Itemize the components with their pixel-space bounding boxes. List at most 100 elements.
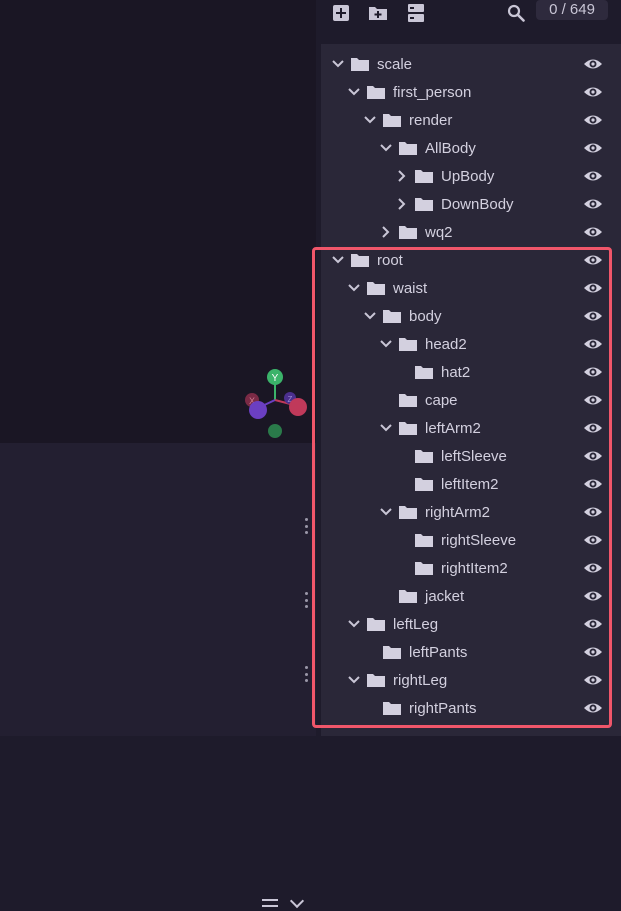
tree-row[interactable]: rightSleeve [321,526,621,554]
chevron-down-icon[interactable] [331,57,345,71]
visibility-eye-icon[interactable] [583,421,603,435]
folder-icon [383,645,401,659]
folder-icon [367,281,385,295]
collapse-all-button[interactable] [405,2,427,24]
tree-row[interactable]: AllBody [321,134,621,162]
visibility-eye-icon[interactable] [583,393,603,407]
folder-icon [399,141,417,155]
folder-icon [367,673,385,687]
visibility-eye-icon[interactable] [583,57,603,71]
tree-row-label: rightPants [409,699,477,717]
chevron-down-icon[interactable] [347,85,361,99]
tree-row-label: cape [425,391,458,409]
visibility-eye-icon[interactable] [583,701,603,715]
folder-icon [399,589,417,603]
visibility-eye-icon[interactable] [583,617,603,631]
chevron-down-icon[interactable] [379,141,393,155]
folder-icon [415,365,433,379]
tree-row[interactable]: root [321,246,621,274]
panel-handle[interactable] [262,893,312,911]
tree-row[interactable]: leftItem2 [321,470,621,498]
visibility-eye-icon[interactable] [583,449,603,463]
tree-row-label: rightItem2 [441,559,508,577]
visibility-eye-icon[interactable] [583,309,603,323]
visibility-eye-icon[interactable] [583,645,603,659]
chevron-right-icon[interactable] [379,225,393,239]
visibility-eye-icon[interactable] [583,281,603,295]
visibility-eye-icon[interactable] [583,505,603,519]
chevron-right-icon[interactable] [395,169,409,183]
tree-row[interactable]: leftPants [321,638,621,666]
tree-row[interactable]: jacket [321,582,621,610]
resize-grip[interactable] [303,518,309,534]
menu-icon[interactable] [262,899,278,907]
folder-icon [399,337,417,351]
visibility-eye-icon[interactable] [583,85,603,99]
visibility-eye-icon[interactable] [583,141,603,155]
tree-row[interactable]: first_person [321,78,621,106]
tree-row[interactable]: UpBody [321,162,621,190]
tree-row[interactable]: leftSleeve [321,442,621,470]
tree-row[interactable]: DownBody [321,190,621,218]
tree-row[interactable]: body [321,302,621,330]
tree-row[interactable]: rightLeg [321,666,621,694]
tree-row-label: render [409,111,453,129]
resize-grip[interactable] [303,666,309,682]
chevron-down-icon[interactable] [347,673,361,687]
viewport[interactable]: Y X Z [0,0,316,443]
resize-grip[interactable] [303,592,309,608]
visibility-eye-icon[interactable] [583,533,603,547]
tree-row[interactable]: wq2 [321,218,621,246]
tree-row[interactable]: scale [321,50,621,78]
tree-row[interactable]: rightPants [321,694,621,722]
folder-icon [415,477,433,491]
tree-row[interactable]: rightItem2 [321,554,621,582]
visibility-eye-icon[interactable] [583,169,603,183]
tree-row[interactable]: cape [321,386,621,414]
visibility-eye-icon[interactable] [583,197,603,211]
selection-counter: 0 / 649 [536,0,608,20]
chevron-down-icon[interactable] [331,253,345,267]
add-cube-button[interactable] [330,2,352,24]
folder-icon [399,393,417,407]
visibility-eye-icon[interactable] [583,337,603,351]
visibility-eye-icon[interactable] [583,365,603,379]
tree-row[interactable]: leftArm2 [321,414,621,442]
chevron-down-icon[interactable] [379,505,393,519]
folder-icon [367,617,385,631]
outliner-tree[interactable]: scale first_personrender AllBody UpBody Down… [321,44,621,736]
chevron-right-icon[interactable] [395,197,409,211]
tree-row[interactable]: waist [321,274,621,302]
add-folder-button[interactable] [367,2,389,24]
folder-icon [399,421,417,435]
tree-row-label: leftSleeve [441,447,507,465]
tree-row[interactable]: hat2 [321,358,621,386]
visibility-eye-icon[interactable] [583,561,603,575]
bottom-panel [0,443,316,909]
folder-icon [383,113,401,127]
search-button[interactable] [505,2,527,24]
chevron-down-icon[interactable] [347,281,361,295]
visibility-eye-icon[interactable] [583,253,603,267]
chevron-down-icon[interactable] [379,421,393,435]
chevron-down-icon[interactable] [379,337,393,351]
visibility-eye-icon[interactable] [583,477,603,491]
folder-icon [383,309,401,323]
folder-icon [415,561,433,575]
tree-row-label: root [377,251,403,269]
tree-row-label: leftPants [409,643,468,661]
chevron-down-icon[interactable] [363,309,377,323]
chevron-down-icon[interactable] [289,893,305,909]
tree-row[interactable]: head2 [321,330,621,358]
tree-row[interactable]: rightArm2 [321,498,621,526]
visibility-eye-icon[interactable] [583,673,603,687]
chevron-down-icon[interactable] [363,113,377,127]
visibility-eye-icon[interactable] [583,113,603,127]
tree-row[interactable]: render [321,106,621,134]
gizmo-neg-z [249,401,267,419]
chevron-down-icon[interactable] [347,617,361,631]
tree-row[interactable]: leftLeg [321,610,621,638]
visibility-eye-icon[interactable] [583,589,603,603]
axis-gizmo[interactable]: Y X Z [238,364,318,444]
visibility-eye-icon[interactable] [583,225,603,239]
